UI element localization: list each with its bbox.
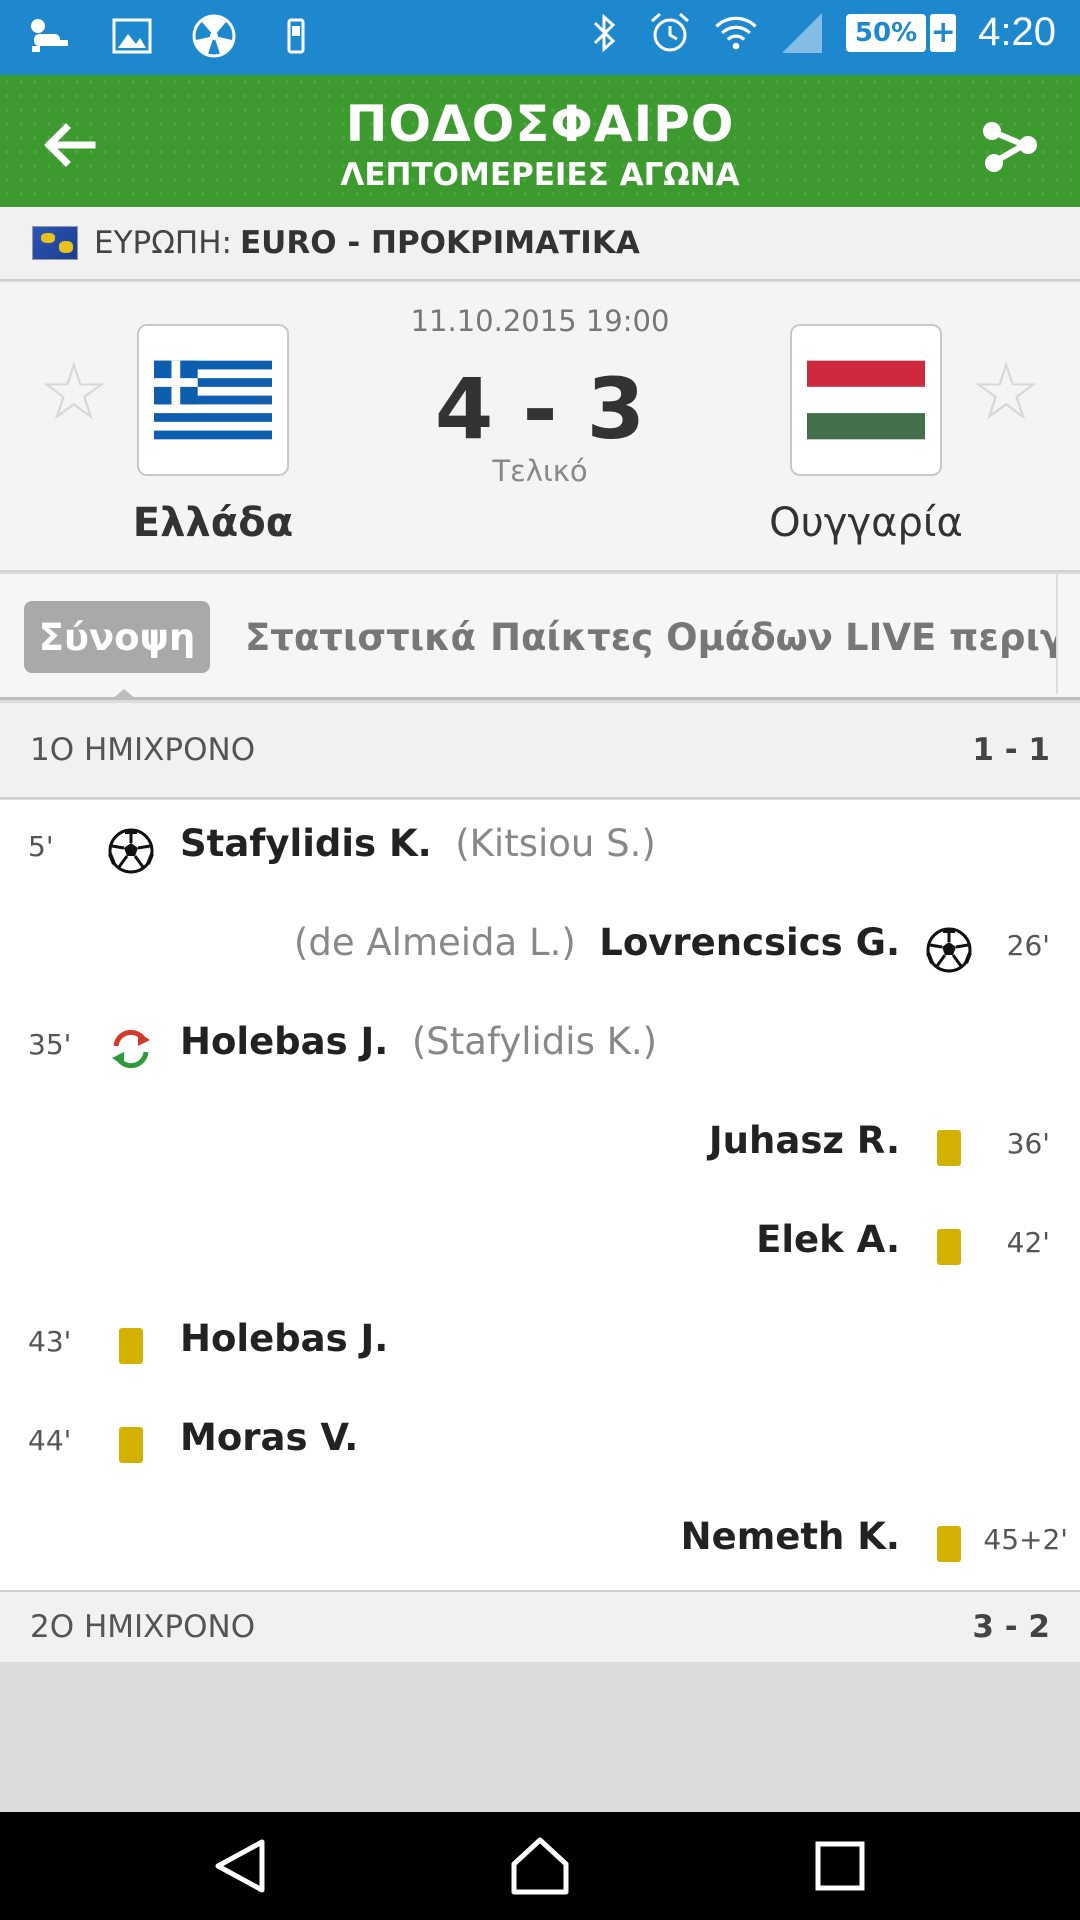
- alarm-icon: [648, 11, 692, 55]
- first-half-header: 1Ο ΗΜΙΧΡΟΝΟ 1 - 1: [0, 703, 1080, 799]
- event-row[interactable]: Nemeth K. 45+2': [0, 1493, 1080, 1592]
- tab-team-players[interactable]: Παίκτες Ομάδων: [490, 601, 833, 673]
- yellow-card-icon: [108, 1323, 154, 1369]
- home-icon: [511, 1837, 569, 1895]
- battery-level: 50%: [845, 13, 927, 52]
- second-half-header: 2Ο ΗΜΙΧΡΟΝΟ 3 - 2: [0, 1590, 1080, 1662]
- square-recent-icon: [815, 1841, 865, 1891]
- triangle-back-icon: [215, 1839, 265, 1893]
- image-icon: [110, 14, 154, 58]
- tab-scroll-edge: [1056, 574, 1080, 694]
- navigation-bar: [0, 1812, 1080, 1920]
- app-title: ΠΟΔΟΣΦΑΙΡΟ: [345, 95, 735, 153]
- event-minute: 45+2': [983, 1523, 1068, 1556]
- away-team-flag[interactable]: [790, 324, 942, 476]
- event-row[interactable]: Juhasz R. 36': [0, 1097, 1080, 1196]
- event-minute: 43': [28, 1325, 72, 1358]
- event-row[interactable]: (de Almeida L.) Lovrencsics G. 26': [0, 899, 1080, 998]
- second-half-label: 2Ο ΗΜΙΧΡΟΝΟ: [30, 1609, 256, 1645]
- event-text: Elek A.: [756, 1218, 900, 1261]
- competition-name: EURO - ΠΡΟΚΡΙΜΑΤΙΚΑ: [239, 225, 640, 261]
- event-row[interactable]: 44' Moras V.: [0, 1394, 1080, 1493]
- share-button[interactable]: [978, 113, 1042, 177]
- event-minute: 42': [1006, 1226, 1050, 1259]
- event-text: (de Almeida L.) Lovrencsics G.: [294, 921, 900, 964]
- hungary-flag-icon: [807, 360, 925, 440]
- event-player: Lovrencsics G.: [599, 921, 900, 964]
- home-team-name[interactable]: Ελλάδα: [63, 500, 363, 546]
- event-player: Nemeth K.: [680, 1515, 900, 1558]
- bluetooth-icon: [582, 11, 626, 55]
- yellow-card-icon: [926, 1224, 972, 1270]
- tab-summary[interactable]: Σύνοψη: [24, 601, 210, 697]
- event-minute: 35': [28, 1028, 72, 1061]
- event-player: Moras V.: [180, 1416, 359, 1459]
- tab-live-commentary[interactable]: LIVE περιγρ: [845, 601, 1080, 673]
- event-text: Holebas J.: [180, 1317, 388, 1360]
- yellow-card-icon: [108, 1422, 154, 1468]
- world-map-icon: [32, 226, 78, 260]
- baby-icon: [28, 14, 72, 58]
- event-assist: (Kitsiou S.): [455, 822, 656, 865]
- event-assist: (de Almeida L.): [293, 921, 576, 964]
- status-bar: 50% + 4:20: [0, 0, 1080, 75]
- event-minute: 5': [28, 830, 54, 863]
- yellow-card-icon: [926, 1521, 972, 1567]
- event-player: Holebas J.: [180, 1020, 389, 1063]
- signal-icon: [780, 11, 824, 55]
- match-events-list: 5' Stafylidis K. (Kitsiou S.) (de Almeid…: [0, 800, 1080, 1590]
- first-half-score: 1 - 1: [972, 732, 1050, 768]
- share-icon: [983, 122, 1037, 172]
- event-text: Moras V.: [180, 1416, 358, 1459]
- competition-region: ΕΥΡΩΠΗ:: [94, 225, 232, 261]
- nav-home-button[interactable]: [508, 1834, 572, 1898]
- status-clock: 4:20: [978, 10, 1056, 54]
- event-minute: 44': [28, 1424, 72, 1457]
- event-text: Holebas J. (Stafylidis K.): [180, 1020, 657, 1063]
- substitution-icon: [108, 1026, 154, 1072]
- goal-ball-icon: [108, 828, 154, 874]
- favorite-away-star-icon[interactable]: ☆: [970, 352, 1042, 432]
- event-player: Juhasz R.: [708, 1119, 900, 1162]
- event-row[interactable]: 5' Stafylidis K. (Kitsiou S.): [0, 800, 1080, 899]
- event-text: Nemeth K.: [681, 1515, 900, 1558]
- tab-bar: Σύνοψη Στατιστικά Παίκτες Ομάδων LIVE πε…: [0, 574, 1080, 700]
- event-minute: 26': [1006, 929, 1050, 962]
- goal-ball-icon: [926, 927, 972, 973]
- first-half-label: 1Ο ΗΜΙΧΡΟΝΟ: [30, 732, 256, 768]
- competition-row[interactable]: ΕΥΡΩΠΗ: EURO - ΠΡΟΚΡΙΜΑΤΙΚΑ: [0, 207, 1080, 281]
- second-half-score: 3 - 2: [972, 1609, 1050, 1645]
- tab-statistics[interactable]: Στατιστικά: [245, 601, 476, 673]
- event-player: Holebas J.: [180, 1317, 389, 1360]
- battery-indicator: 50% +: [845, 13, 957, 52]
- event-row[interactable]: Elek A. 42': [0, 1196, 1080, 1295]
- event-row[interactable]: 35' Holebas J. (Stafylidis K.): [0, 998, 1080, 1097]
- yellow-card-icon: [926, 1125, 972, 1171]
- away-team-name[interactable]: Ουγγαρία: [716, 500, 1016, 546]
- event-player: Stafylidis K.: [180, 822, 432, 865]
- nav-back-button[interactable]: [208, 1834, 272, 1898]
- app-subtitle: ΛΕΠΤΟΜΕΡΕΙΕΣ ΑΓΩΝΑ: [340, 157, 740, 193]
- charging-icon: +: [930, 13, 957, 52]
- radiation-icon: [192, 14, 236, 58]
- device-icon: [274, 14, 318, 58]
- event-text: Stafylidis K. (Kitsiou S.): [180, 822, 656, 865]
- match-header: ☆ Ελλάδα 11.10.2015 19:00 4 - 3 Τελικό Ο…: [0, 282, 1080, 572]
- event-row[interactable]: 43' Holebas J.: [0, 1295, 1080, 1394]
- event-assist: (Stafylidis K.): [411, 1020, 658, 1063]
- nav-recent-apps-button[interactable]: [808, 1834, 872, 1898]
- app-bar: ΠΟΔΟΣΦΑΙΡΟ ΛΕΠΤΟΜΕΡΕΙΕΣ ΑΓΩΝΑ: [0, 75, 1080, 207]
- event-player: Elek A.: [756, 1218, 900, 1261]
- wifi-icon: [714, 11, 758, 55]
- event-text: Juhasz R.: [709, 1119, 900, 1162]
- empty-area: [0, 1662, 1080, 1812]
- event-minute: 36': [1006, 1127, 1050, 1160]
